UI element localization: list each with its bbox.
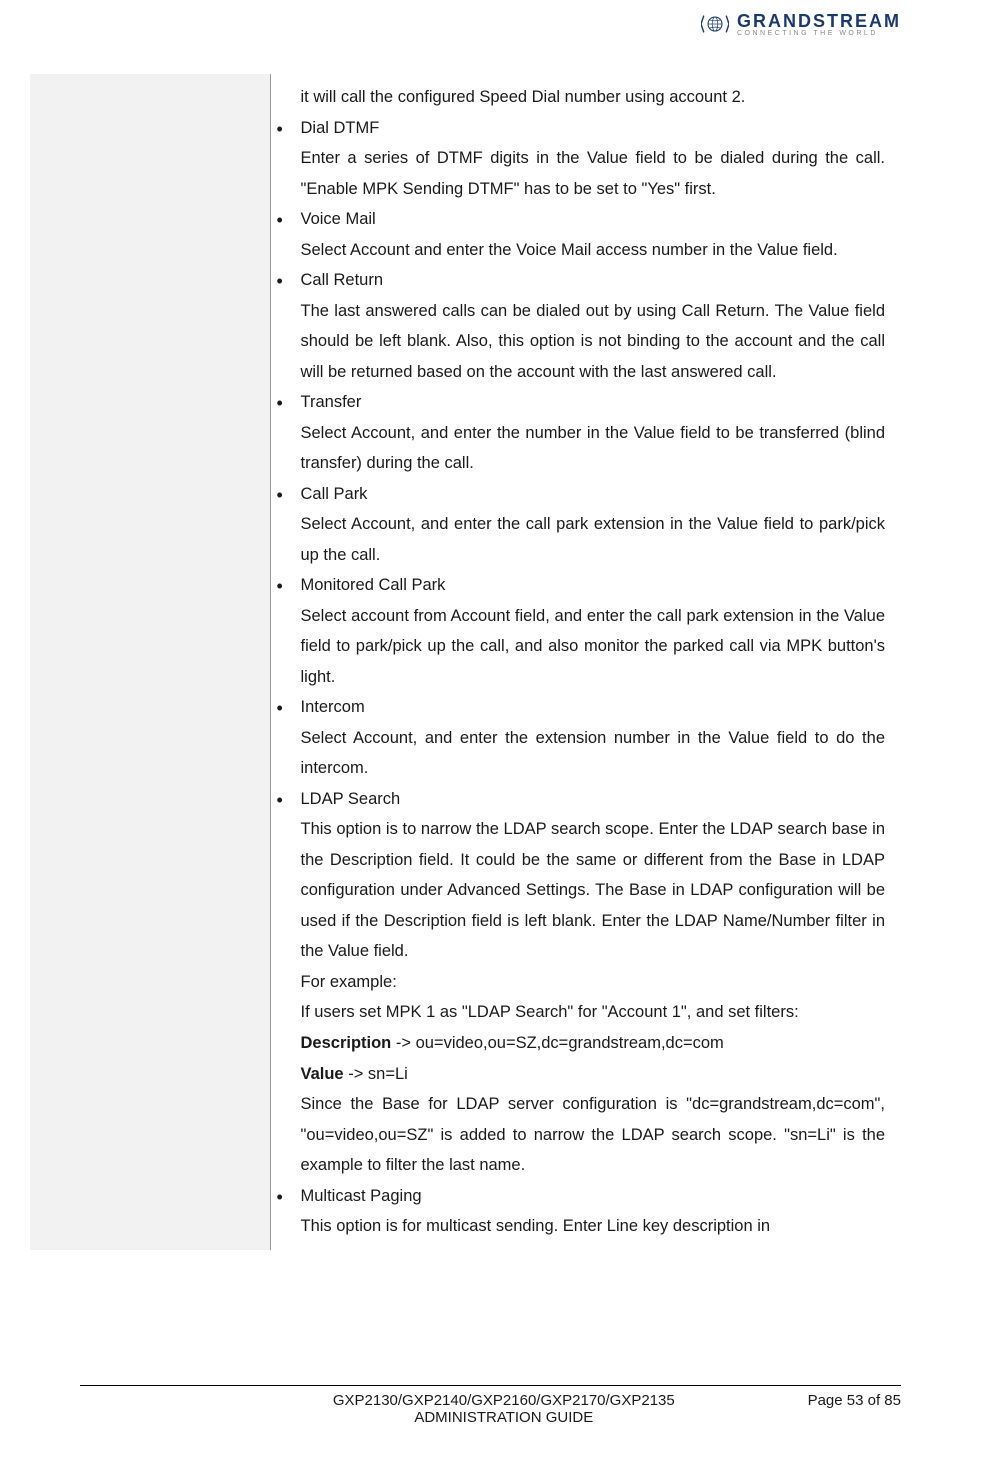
item-title: Multicast Paging — [301, 1181, 886, 1212]
item-description: Select Account and enter the Voice Mail … — [301, 235, 886, 266]
item-description: Select Account, and enter the number in … — [301, 418, 886, 479]
item-title: Dial DTMF — [301, 113, 886, 144]
item-description: This option is for multicast sending. En… — [301, 1211, 886, 1242]
footer-guide-label: ADMINISTRATION GUIDE — [200, 1409, 808, 1426]
brand-name: GRANDSTREAM — [737, 12, 901, 30]
ldap-example-label: For example: — [301, 967, 886, 998]
list-item: Voice Mail Select Account and enter the … — [301, 204, 886, 265]
list-item: LDAP Search This option is to narrow the… — [301, 784, 886, 1181]
item-description: Select Account, and enter the call park … — [301, 509, 886, 570]
list-item: Call Return The last answered calls can … — [301, 265, 886, 387]
table-left-column — [30, 74, 270, 1250]
footer-product-line: GXP2130/GXP2140/GXP2160/GXP2170/GXP2135 — [200, 1392, 808, 1409]
item-description: Select account from Account field, and e… — [301, 601, 886, 693]
value-text: -> sn=Li — [344, 1065, 408, 1083]
intro-paragraph: it will call the configured Speed Dial n… — [301, 82, 886, 113]
item-title: Voice Mail — [301, 204, 886, 235]
item-title: LDAP Search — [301, 784, 886, 815]
item-title: Monitored Call Park — [301, 570, 886, 601]
ldap-paragraph-1: This option is to narrow the LDAP search… — [301, 814, 886, 967]
ldap-example-setup: If users set MPK 1 as "LDAP Search" for … — [301, 997, 886, 1028]
item-title: Transfer — [301, 387, 886, 418]
ldap-description-line: Description -> ou=video,ou=SZ,dc=grandst… — [301, 1028, 886, 1059]
ldap-explanation: Since the Base for LDAP server configura… — [301, 1089, 886, 1181]
table-right-column: it will call the configured Speed Dial n… — [270, 74, 895, 1250]
item-description: The last answered calls can be dialed ou… — [301, 296, 886, 388]
content-table: it will call the configured Speed Dial n… — [30, 74, 895, 1250]
page-footer: GXP2130/GXP2140/GXP2160/GXP2170/GXP2135 … — [80, 1385, 901, 1426]
brand-text: GRANDSTREAM CONNECTING THE WORLD — [737, 12, 901, 37]
value-label: Value — [301, 1065, 344, 1083]
item-title: Call Return — [301, 265, 886, 296]
list-item: Multicast Paging This option is for mult… — [301, 1181, 886, 1242]
list-item: Monitored Call Park Select account from … — [301, 570, 886, 692]
ldap-value-line: Value -> sn=Li — [301, 1059, 886, 1090]
item-description: Select Account, and enter the extension … — [301, 723, 886, 784]
footer-title-block: GXP2130/GXP2140/GXP2160/GXP2170/GXP2135 … — [80, 1392, 808, 1426]
description-value: -> ou=video,ou=SZ,dc=grandstream,dc=com — [391, 1034, 723, 1052]
list-item: Dial DTMF Enter a series of DTMF digits … — [301, 113, 886, 205]
item-title: Call Park — [301, 479, 886, 510]
item-title: Intercom — [301, 692, 886, 723]
brand-tagline: CONNECTING THE WORLD — [737, 30, 901, 37]
list-item: Transfer Select Account, and enter the n… — [301, 387, 886, 479]
globe-brackets-icon — [701, 10, 729, 38]
description-label: Description — [301, 1034, 392, 1052]
page-number: Page 53 of 85 — [808, 1392, 901, 1426]
feature-list: Dial DTMF Enter a series of DTMF digits … — [301, 113, 886, 1242]
item-description: Enter a series of DTMF digits in the Val… — [301, 143, 886, 204]
brand-header: GRANDSTREAM CONNECTING THE WORLD — [701, 10, 901, 38]
list-item: Intercom Select Account, and enter the e… — [301, 692, 886, 784]
list-item: Call Park Select Account, and enter the … — [301, 479, 886, 571]
